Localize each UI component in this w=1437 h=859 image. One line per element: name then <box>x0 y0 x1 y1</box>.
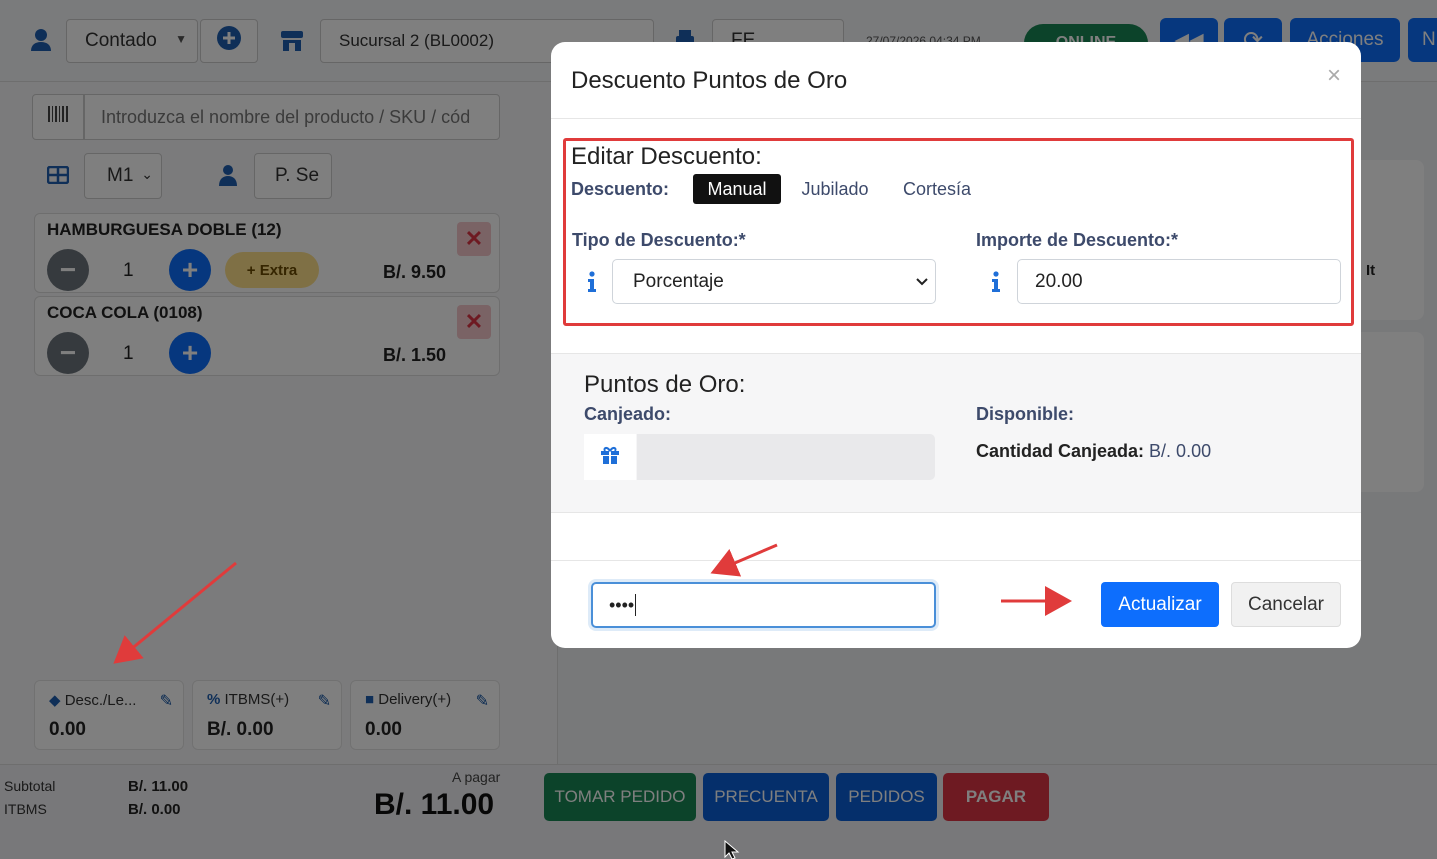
available-label: Disponible: <box>976 404 1074 424</box>
discount-kind-label: Tipo de Descuento:* <box>572 230 746 250</box>
cancel-button-label: Cancelar <box>1247 593 1325 615</box>
redeemed-points-input <box>637 434 935 480</box>
tab-manual[interactable]: Manual <box>693 174 781 204</box>
discount-kind-select[interactable]: Porcentaje <box>612 259 936 304</box>
redeemed-amount-value: B/. 0.00 <box>1149 441 1212 461</box>
password-value: •••• <box>609 594 635 615</box>
modal-title: Descuento Puntos de Oro <box>571 67 848 94</box>
edit-discount-title: Editar Descuento: <box>571 143 762 170</box>
info-icon <box>579 262 605 302</box>
tab-cortesia-label: Cortesía <box>902 178 972 199</box>
discount-amount-label: Importe de Descuento:* <box>976 230 1179 250</box>
discount-amount-input[interactable]: 20.00 <box>1017 259 1341 304</box>
close-icon[interactable]: × <box>1327 62 1341 90</box>
mouse-cursor-icon <box>724 840 740 859</box>
info-icon <box>983 262 1009 302</box>
discount-amount-value: 20.00 <box>1035 270 1083 292</box>
discount-kind-value: Porcentaje <box>633 270 724 292</box>
text-cursor <box>635 594 637 616</box>
gold-points-section: Puntos de Oro: Canjeado: Disponible: Can… <box>551 353 1361 513</box>
update-button[interactable]: Actualizar <box>1101 582 1219 627</box>
discount-modal: Descuento Puntos de Oro × Editar Descuen… <box>551 42 1361 648</box>
tab-jubilado-label: Jubilado <box>801 178 869 199</box>
redeemed-amount-label: Cantidad Canjeada: <box>976 441 1145 461</box>
gift-icon-addon <box>584 434 636 480</box>
tab-cortesia[interactable]: Cortesía <box>893 174 981 204</box>
gift-icon <box>600 446 620 469</box>
gold-points-title: Puntos de Oro: <box>584 371 746 398</box>
modal-header: Descuento Puntos de Oro × <box>551 42 1361 119</box>
tab-jubilado[interactable]: Jubilado <box>793 174 877 204</box>
cancel-button[interactable]: Cancelar <box>1231 582 1341 627</box>
update-button-label: Actualizar <box>1118 593 1202 615</box>
redeemed-amount-text: Cantidad Canjeada: B/. 0.00 <box>976 441 1211 462</box>
redeemed-label: Canjeado: <box>584 404 672 424</box>
chevron-down-icon <box>915 272 929 294</box>
tab-manual-label: Manual <box>707 178 767 199</box>
password-input[interactable]: •••• <box>591 582 936 628</box>
footer-divider <box>551 560 1361 561</box>
discount-type-label: Descuento: <box>571 179 670 199</box>
